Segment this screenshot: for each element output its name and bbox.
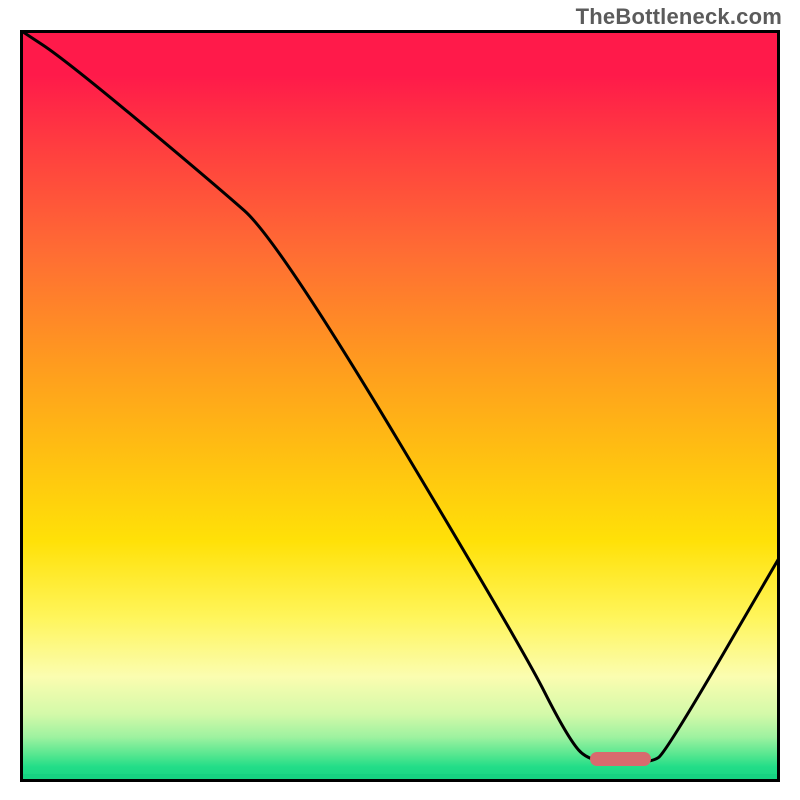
plot-area bbox=[20, 30, 780, 782]
gradient-background bbox=[20, 30, 780, 782]
optimum-marker bbox=[590, 752, 651, 766]
chart-container: TheBottleneck.com bbox=[0, 0, 800, 800]
bottom-green-strip bbox=[20, 774, 780, 782]
watermark-text: TheBottleneck.com bbox=[576, 4, 782, 30]
